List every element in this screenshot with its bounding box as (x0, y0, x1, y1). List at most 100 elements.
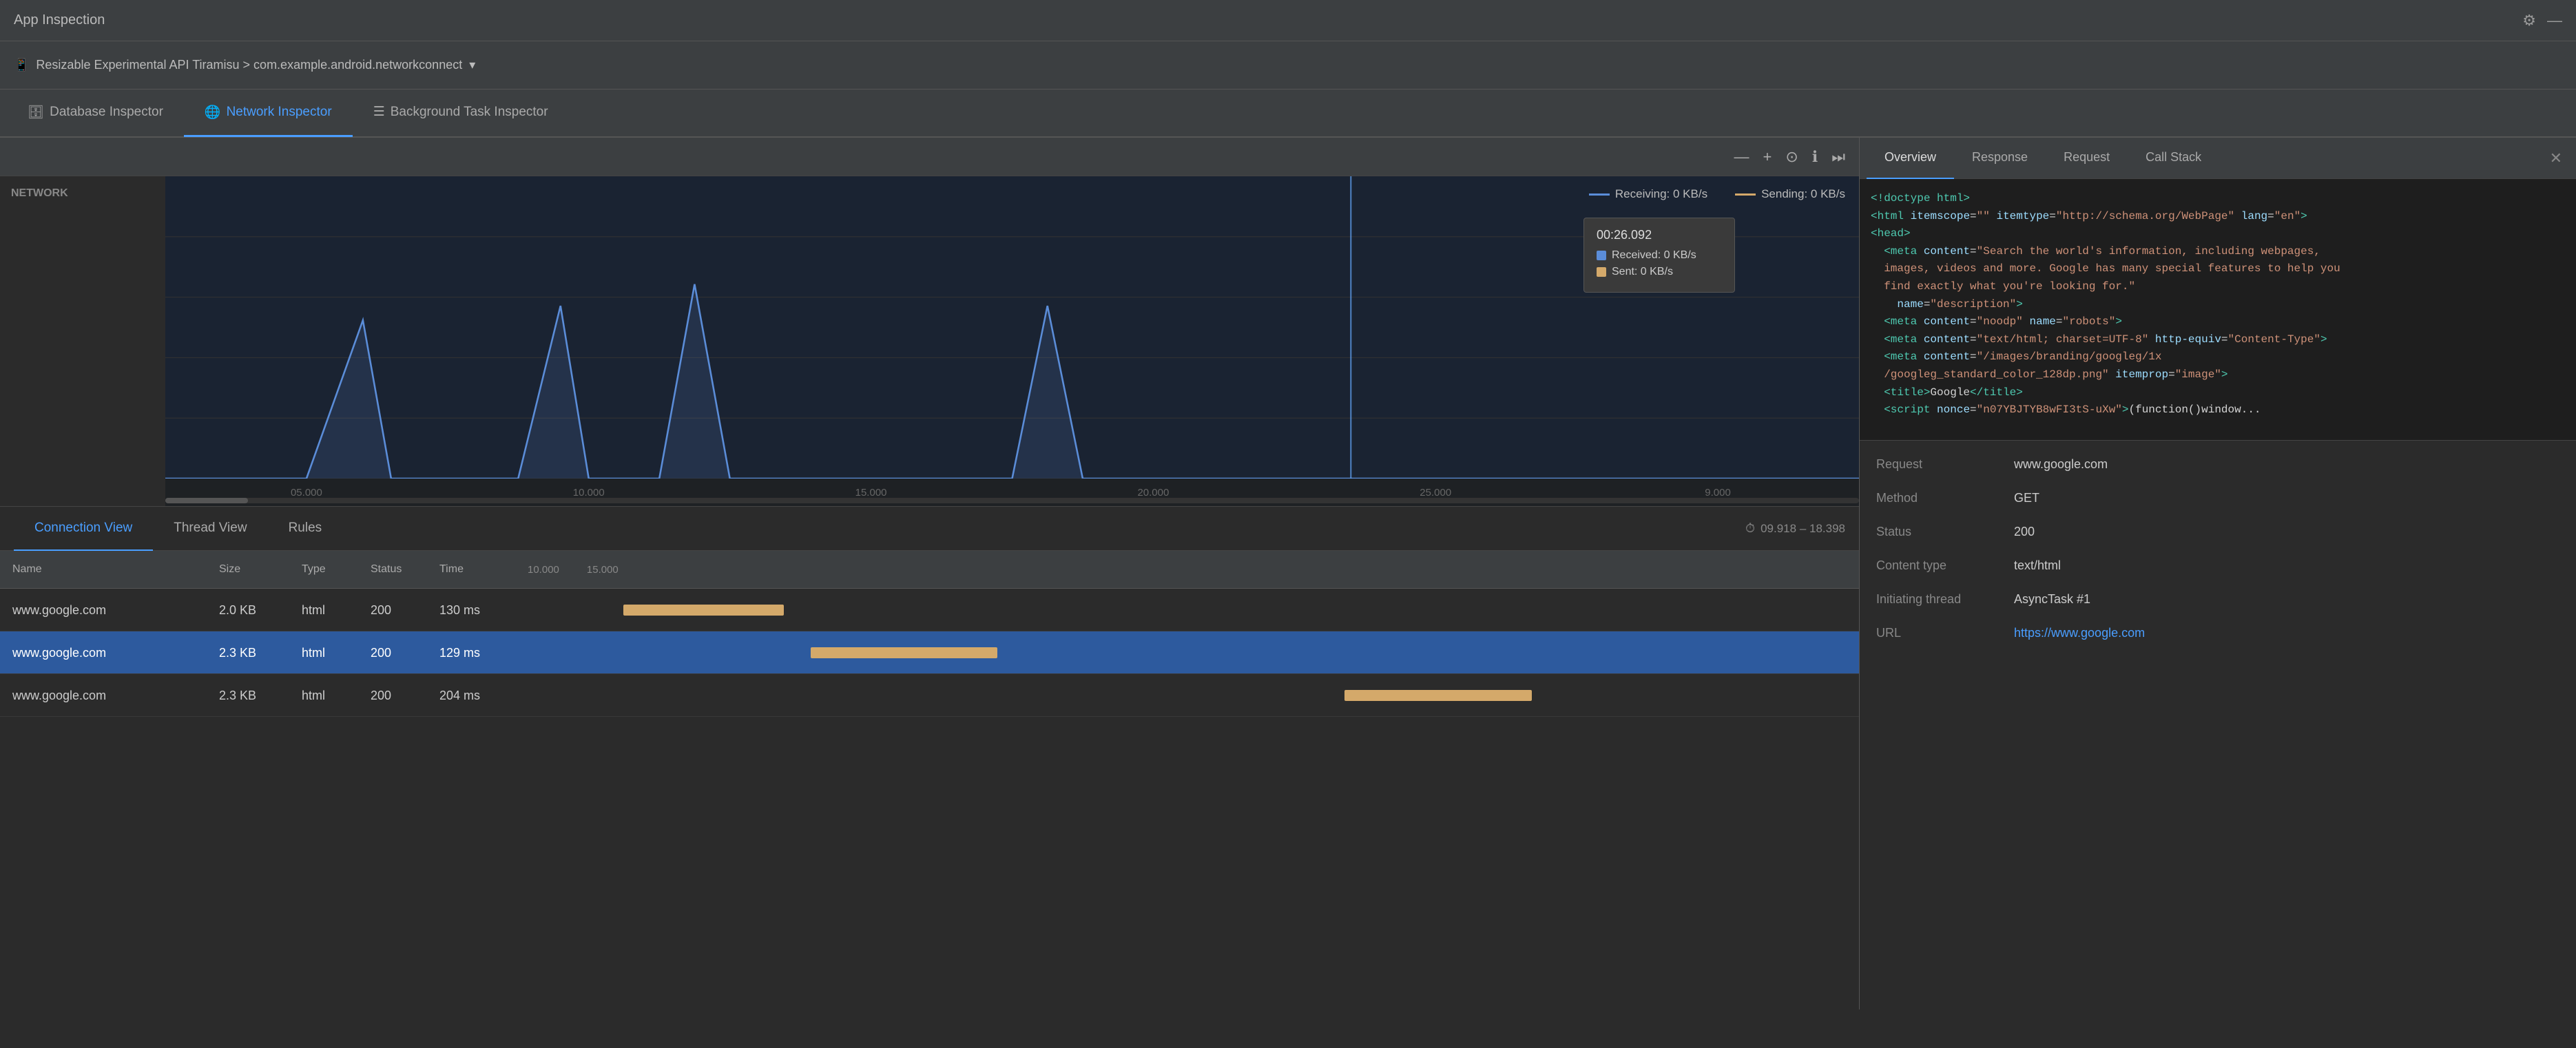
call-stack-label: Call Stack (2146, 150, 2201, 165)
label-url: URL (1876, 626, 2014, 640)
x-label-2: 15.000 (730, 487, 1012, 499)
tab-request[interactable]: Request (2046, 138, 2128, 179)
x-label-5: 9.000 (1577, 487, 1859, 499)
tab-database-label: Database Inspector (50, 105, 163, 120)
cell-size-0: 2.0 KB (214, 603, 296, 618)
cell-name-2: www.google.com (7, 689, 214, 703)
x-label-1: 10.000 (448, 487, 730, 499)
code-line-3: <meta content="Search the world's inform… (1871, 243, 2565, 261)
label-request: Request (1876, 457, 2014, 472)
app-title: App Inspection (14, 12, 105, 28)
label-content-type: Content type (1876, 558, 2014, 573)
tab-network[interactable]: 🌐 Network Inspector (184, 89, 353, 137)
main-content: — + ⊙ ℹ ⏭ NETWORK 8 16 24 32 40 KB/s (0, 138, 2576, 1009)
timeline-bar-2 (1344, 690, 1531, 701)
col-header-time[interactable]: Time (434, 563, 517, 576)
tab-thread-view[interactable]: Thread View (153, 507, 267, 551)
tab-connection-view[interactable]: Connection View (14, 507, 153, 551)
zoom-in-button[interactable]: + (1763, 148, 1772, 166)
sending-legend-line (1735, 193, 1756, 196)
code-line-2: <head> (1871, 225, 2565, 243)
chart-title: NETWORK (11, 187, 154, 200)
code-line-12: <script nonce="n07YBJTYB8wFI3tS-uXw">(fu… (1871, 401, 2565, 419)
tab-background[interactable]: ☰ Background Task Inspector (353, 89, 569, 137)
detail-row-url: URL https://www.google.com (1876, 626, 2559, 640)
cell-type-1: html (296, 646, 365, 660)
col-header-status[interactable]: Status (365, 563, 434, 576)
chart-tooltip: 00:26.092 Received: 0 KB/s Sent: 0 KB/s (1583, 218, 1735, 293)
view-tabs-bar: Connection View Thread View Rules ⏱ 09.9… (0, 507, 1859, 551)
info-button[interactable]: ℹ (1812, 148, 1818, 166)
request-details: Request www.google.com Method GET Status… (1860, 441, 2576, 1009)
chevron-down-icon[interactable]: ▾ (469, 58, 475, 72)
value-initiating-thread: AsyncTask #1 (2014, 592, 2559, 607)
settings-icon[interactable]: ⚙ (2522, 12, 2536, 30)
x-label-0: 05.000 (165, 487, 448, 499)
cell-timeline-2 (517, 674, 1852, 717)
col-header-timeline: 10.000 15.000 (517, 564, 1852, 576)
connection-view-label: Connection View (34, 521, 132, 536)
code-line-1: <html itemscope="" itemtype="http://sche… (1871, 208, 2565, 226)
overview-label: Overview (1884, 150, 1936, 165)
x-label-4: 25.000 (1294, 487, 1577, 499)
code-line-10: /googleg_standard_color_128dp.png" itemp… (1871, 366, 2565, 384)
y-axis-area: NETWORK (0, 176, 165, 506)
tab-rules[interactable]: Rules (268, 507, 343, 551)
inspector-tabs: 🗄 Database Inspector 🌐 Network Inspector… (0, 90, 2576, 138)
time-range: ⏱ 09.918 – 18.398 (1745, 521, 1845, 536)
code-line-0: <!doctype html> (1871, 190, 2565, 208)
device-icon: 📱 (14, 58, 29, 72)
col-header-name[interactable]: Name (7, 563, 214, 576)
table-header: Name Size Type Status Time 10.000 1 (0, 551, 1859, 589)
receiving-label: Receiving: 0 KB/s (1615, 187, 1707, 201)
cell-size-2: 2.3 KB (214, 689, 296, 703)
tab-call-stack[interactable]: Call Stack (2128, 138, 2219, 179)
cell-type-2: html (296, 689, 365, 703)
table-row[interactable]: www.google.com 2.3 KB html 200 129 ms (0, 631, 1859, 674)
table-row[interactable]: www.google.com 2.0 KB html 200 130 ms (0, 589, 1859, 631)
receiving-legend-line (1589, 193, 1610, 196)
right-panel: Overview Response Request Call Stack ✕ <… (1860, 138, 2576, 1009)
tab-overview[interactable]: Overview (1867, 138, 1954, 179)
code-line-9: <meta content="/images/branding/googleg/… (1871, 348, 2565, 366)
chart-scrollbar[interactable] (165, 498, 1859, 503)
chart-scrollbar-thumb[interactable] (165, 498, 248, 503)
close-detail-button[interactable]: ✕ (2543, 149, 2569, 167)
timeline-bar-0 (623, 605, 784, 616)
tooltip-sent-label: Sent: 0 KB/s (1612, 266, 1673, 278)
chart-legend: Receiving: 0 KB/s Sending: 0 KB/s (1589, 187, 1845, 201)
label-status: Status (1876, 525, 2014, 539)
col-header-type[interactable]: Type (296, 563, 365, 576)
tab-database[interactable]: 🗄 Database Inspector (7, 89, 184, 137)
skip-button[interactable]: ⏭ (1831, 148, 1845, 166)
table-container: Name Size Type Status Time 10.000 1 (0, 551, 1859, 1009)
code-line-6: name="description"> (1871, 296, 2565, 314)
zoom-out-button[interactable]: — (1734, 148, 1749, 166)
timeline-tick-0: 10.000 (528, 564, 559, 576)
tab-response[interactable]: Response (1954, 138, 2046, 179)
tooltip-time: 00:26.092 (1597, 228, 1722, 242)
value-url[interactable]: https://www.google.com (2014, 626, 2559, 640)
label-initiating-thread: Initiating thread (1876, 592, 2014, 607)
title-bar-right: ⚙ — (2522, 12, 2562, 30)
toolbar: — + ⊙ ℹ ⏭ (0, 138, 1859, 176)
database-icon: 🗄 (28, 104, 44, 120)
detail-tabs-bar: Overview Response Request Call Stack ✕ (1860, 138, 2576, 179)
tab-network-label: Network Inspector (227, 105, 332, 120)
clock-icon: ⏱ (1745, 521, 1755, 536)
tooltip-received: Received: 0 KB/s (1597, 249, 1722, 262)
table-row[interactable]: www.google.com 2.3 KB html 200 204 ms (0, 674, 1859, 717)
tooltip-received-label: Received: 0 KB/s (1612, 249, 1696, 262)
code-line-5: find exactly what you're looking for." (1871, 278, 2565, 296)
value-status: 200 (2014, 525, 2559, 539)
legend-receiving: Receiving: 0 KB/s (1589, 187, 1707, 201)
network-icon: 🌐 (205, 104, 221, 120)
minimize-icon[interactable]: — (2547, 12, 2562, 30)
col-header-size[interactable]: Size (214, 563, 296, 576)
detail-row-status: Status 200 (1876, 525, 2559, 539)
sent-dot (1597, 267, 1606, 277)
title-bar-left: App Inspection (14, 12, 105, 28)
cell-name-0: www.google.com (7, 603, 214, 618)
reset-button[interactable]: ⊙ (1785, 148, 1798, 166)
cell-name-1: www.google.com (7, 646, 214, 660)
